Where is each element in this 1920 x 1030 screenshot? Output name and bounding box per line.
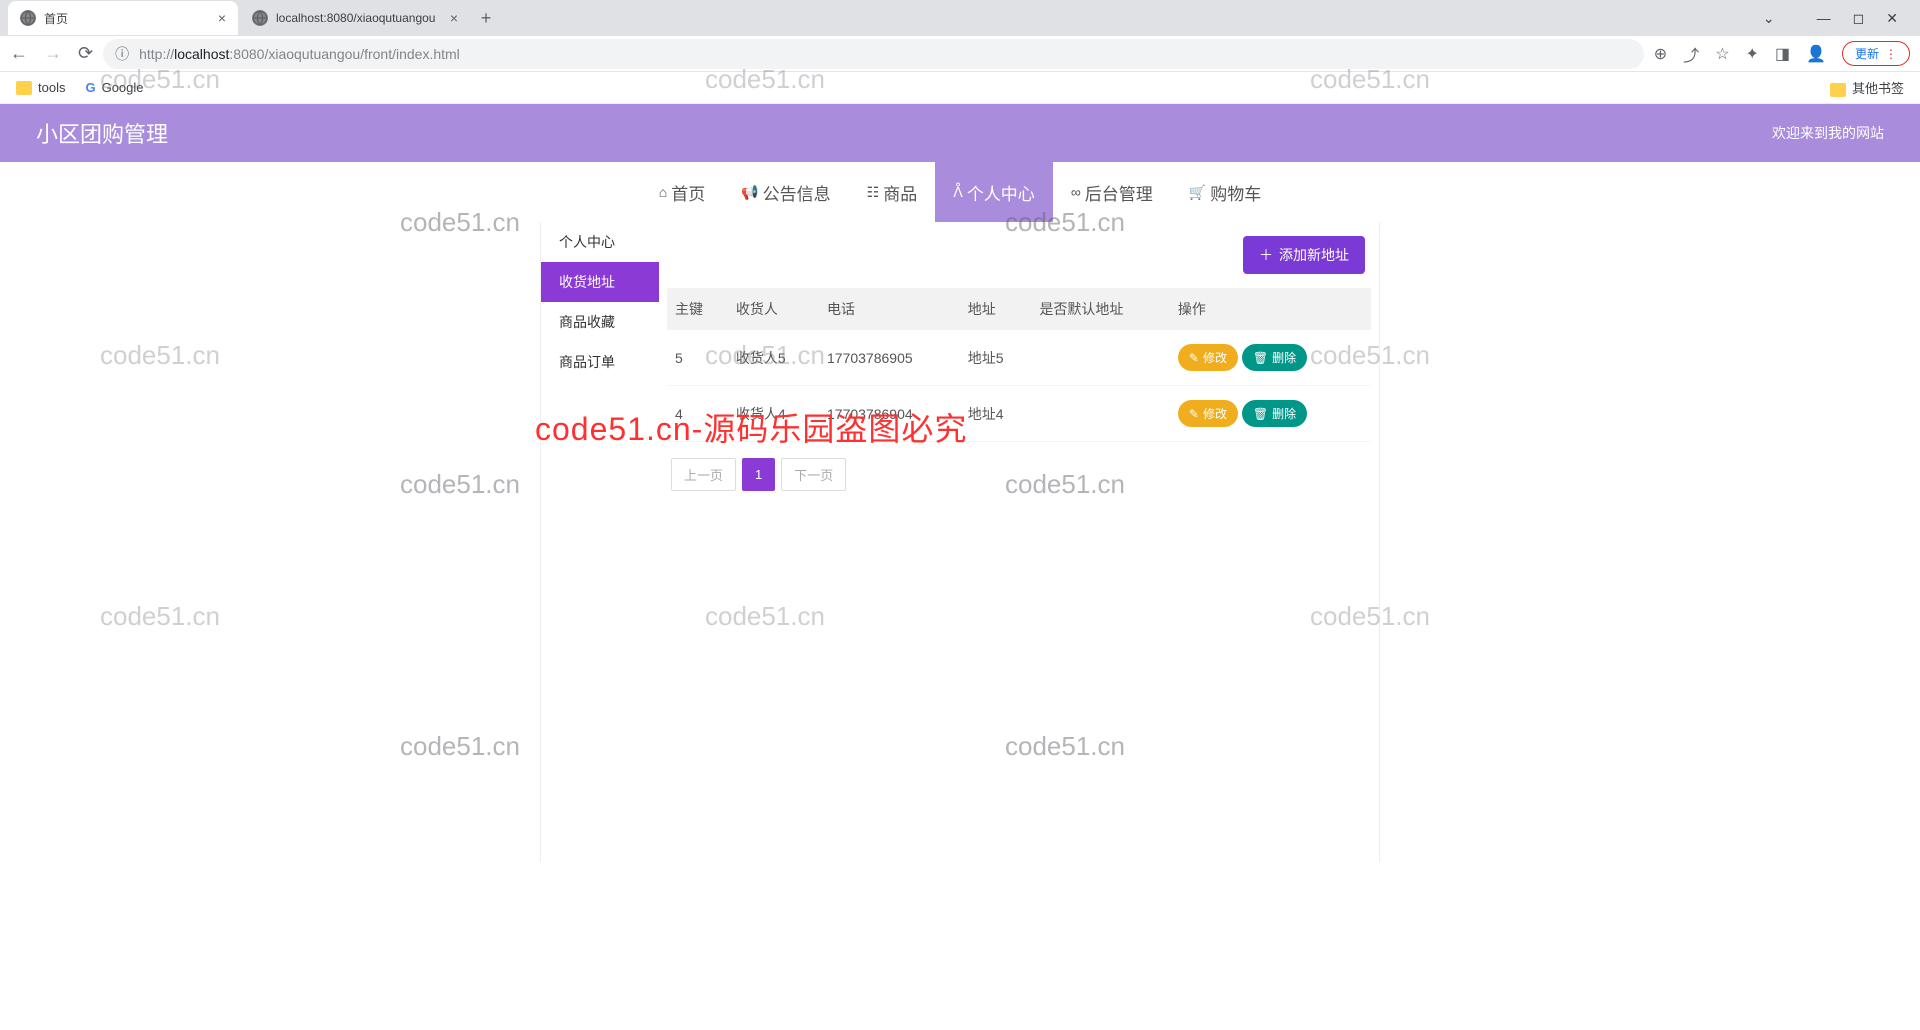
sidepanel-icon[interactable]: ◨ xyxy=(1775,44,1790,64)
nav-goods[interactable]: ☷商品 xyxy=(849,162,936,222)
nav-announcement[interactable]: 📢公告信息 xyxy=(723,162,848,222)
sidebar-item-orders[interactable]: 商品订单 xyxy=(541,342,659,382)
cart-icon: 🛒 xyxy=(1189,184,1206,201)
pencil-icon: ✎ xyxy=(1189,351,1199,365)
bullhorn-icon: 📢 xyxy=(741,184,758,201)
site-title: 小区团购管理 xyxy=(36,117,168,149)
bookmark-google[interactable]: GGoogle xyxy=(85,80,143,95)
browser-chrome: 首页 × localhost:8080/xiaoqutuangou × + ⌄ … xyxy=(0,0,1920,104)
cell-actions: ✎修改 🗑删除 xyxy=(1170,330,1371,386)
th-phone: 电话 xyxy=(819,288,960,330)
page-content: code51.cn code51.cn code51.cn code51.cn … xyxy=(0,104,1920,1030)
pagination: 上一页 1 下一页 xyxy=(667,442,1371,507)
tab-title: 首页 xyxy=(44,10,68,27)
bookmark-tools[interactable]: tools xyxy=(16,80,65,96)
extensions-icon[interactable]: ✦ xyxy=(1746,44,1759,64)
forward-icon[interactable]: → xyxy=(44,43,62,64)
cell-name: 收货人5 xyxy=(728,330,819,386)
cell-addr: 地址5 xyxy=(960,330,1032,386)
cell-id: 4 xyxy=(667,386,728,442)
add-address-button[interactable]: ＋ 添加新地址 xyxy=(1243,236,1365,274)
site-header: 小区团购管理 欢迎来到我的网站 xyxy=(0,104,1920,162)
th-addr: 地址 xyxy=(960,288,1032,330)
nav-cart[interactable]: 🛒购物车 xyxy=(1171,162,1279,222)
prev-page-button[interactable]: 上一页 xyxy=(671,458,736,491)
tab-dropdown-icon[interactable]: ⌄ xyxy=(1763,10,1775,27)
table-row: 5 收货人5 17703786905 地址5 ✎修改 🗑删除 xyxy=(667,330,1371,386)
window-maximize-icon[interactable]: ◻ xyxy=(1853,10,1865,27)
nav-admin[interactable]: ∞后台管理 xyxy=(1053,162,1171,222)
menu-icon: ⋮ xyxy=(1885,47,1897,61)
cell-phone: 17703786905 xyxy=(819,330,960,386)
cell-id: 5 xyxy=(667,330,728,386)
cell-default xyxy=(1031,386,1169,442)
cell-addr: 地址4 xyxy=(960,386,1032,442)
welcome-text: 欢迎来到我的网站 xyxy=(1772,123,1884,143)
update-button[interactable]: 更新 ⋮ xyxy=(1842,41,1910,66)
url-input[interactable]: ⓘ http://localhost:8080/xiaoqutuangou/fr… xyxy=(103,39,1644,69)
main-panel: ＋ 添加新地址 主键 收货人 电话 地址 是否默认地址 操作 xyxy=(659,222,1379,862)
sidebar-item-favorites[interactable]: 商品收藏 xyxy=(541,302,659,342)
cell-actions: ✎修改 🗑删除 xyxy=(1170,386,1371,442)
browser-tab-0[interactable]: 首页 × xyxy=(8,1,238,35)
table-row: 4 收货人4 17703786904 地址4 ✎修改 🗑删除 xyxy=(667,386,1371,442)
edit-button[interactable]: ✎修改 xyxy=(1178,400,1238,427)
cell-default xyxy=(1031,330,1169,386)
delete-button[interactable]: 🗑删除 xyxy=(1242,344,1307,371)
bookmarks-bar: tools GGoogle 其他书签 xyxy=(0,72,1920,104)
globe-icon xyxy=(20,10,36,26)
bookmark-icon[interactable]: ☆ xyxy=(1715,44,1729,64)
address-bar: ← → ⟳ ⓘ http://localhost:8080/xiaoqutuan… xyxy=(0,36,1920,72)
window-close-icon[interactable]: ✕ xyxy=(1886,10,1898,27)
cell-phone: 17703786904 xyxy=(819,386,960,442)
back-icon[interactable]: ← xyxy=(10,43,28,64)
tab-bar: 首页 × localhost:8080/xiaoqutuangou × + ⌄ … xyxy=(0,0,1920,36)
close-icon[interactable]: × xyxy=(210,10,226,26)
google-icon: G xyxy=(85,80,95,95)
link-icon: ∞ xyxy=(1071,184,1081,200)
th-id: 主键 xyxy=(667,288,728,330)
trash-icon: 🗑 xyxy=(1253,351,1268,365)
globe-icon xyxy=(252,10,268,26)
tab-title: localhost:8080/xiaoqutuangou xyxy=(276,11,435,25)
next-page-button[interactable]: 下一页 xyxy=(781,458,846,491)
reload-icon[interactable]: ⟳ xyxy=(78,43,93,64)
pencil-icon: ✎ xyxy=(1189,407,1199,421)
sidebar-item-address[interactable]: 收货地址 xyxy=(541,262,659,302)
zoom-icon[interactable]: ⊕ xyxy=(1654,44,1667,64)
delete-button[interactable]: 🗑删除 xyxy=(1242,400,1307,427)
sidebar: 个人中心 收货地址 商品收藏 商品订单 xyxy=(541,222,659,862)
folder-icon xyxy=(1830,83,1846,97)
address-table: 主键 收货人 电话 地址 是否默认地址 操作 5 收货人5 1770378690 xyxy=(667,288,1371,442)
plus-icon: ＋ xyxy=(1259,245,1273,265)
edit-button[interactable]: ✎修改 xyxy=(1178,344,1238,371)
folder-icon xyxy=(16,81,32,95)
window-minimize-icon[interactable]: — xyxy=(1817,10,1831,27)
profile-icon[interactable]: 👤 xyxy=(1806,44,1826,64)
th-action: 操作 xyxy=(1170,288,1371,330)
box-icon: ☷ xyxy=(867,184,880,201)
page-1-button[interactable]: 1 xyxy=(742,458,775,491)
new-tab-button[interactable]: + xyxy=(472,8,500,29)
sidebar-heading: 个人中心 xyxy=(541,222,659,262)
cell-name: 收货人4 xyxy=(728,386,819,442)
th-name: 收货人 xyxy=(728,288,819,330)
main-nav: ⌂首页 📢公告信息 ☷商品 ᐰ个人中心 ∞后台管理 🛒购物车 xyxy=(0,162,1920,222)
trash-icon: 🗑 xyxy=(1253,407,1268,421)
site-info-icon[interactable]: ⓘ xyxy=(115,44,131,64)
close-icon[interactable]: × xyxy=(442,10,458,26)
user-icon: ᐰ xyxy=(953,184,963,201)
browser-tab-1[interactable]: localhost:8080/xiaoqutuangou × xyxy=(240,1,470,35)
nav-personal[interactable]: ᐰ个人中心 xyxy=(935,162,1053,222)
home-icon: ⌂ xyxy=(659,184,667,200)
th-default: 是否默认地址 xyxy=(1031,288,1169,330)
share-icon[interactable]: ⤴ xyxy=(1683,42,1699,66)
bookmark-other[interactable]: 其他书签 xyxy=(1830,78,1904,97)
nav-home[interactable]: ⌂首页 xyxy=(641,162,723,222)
